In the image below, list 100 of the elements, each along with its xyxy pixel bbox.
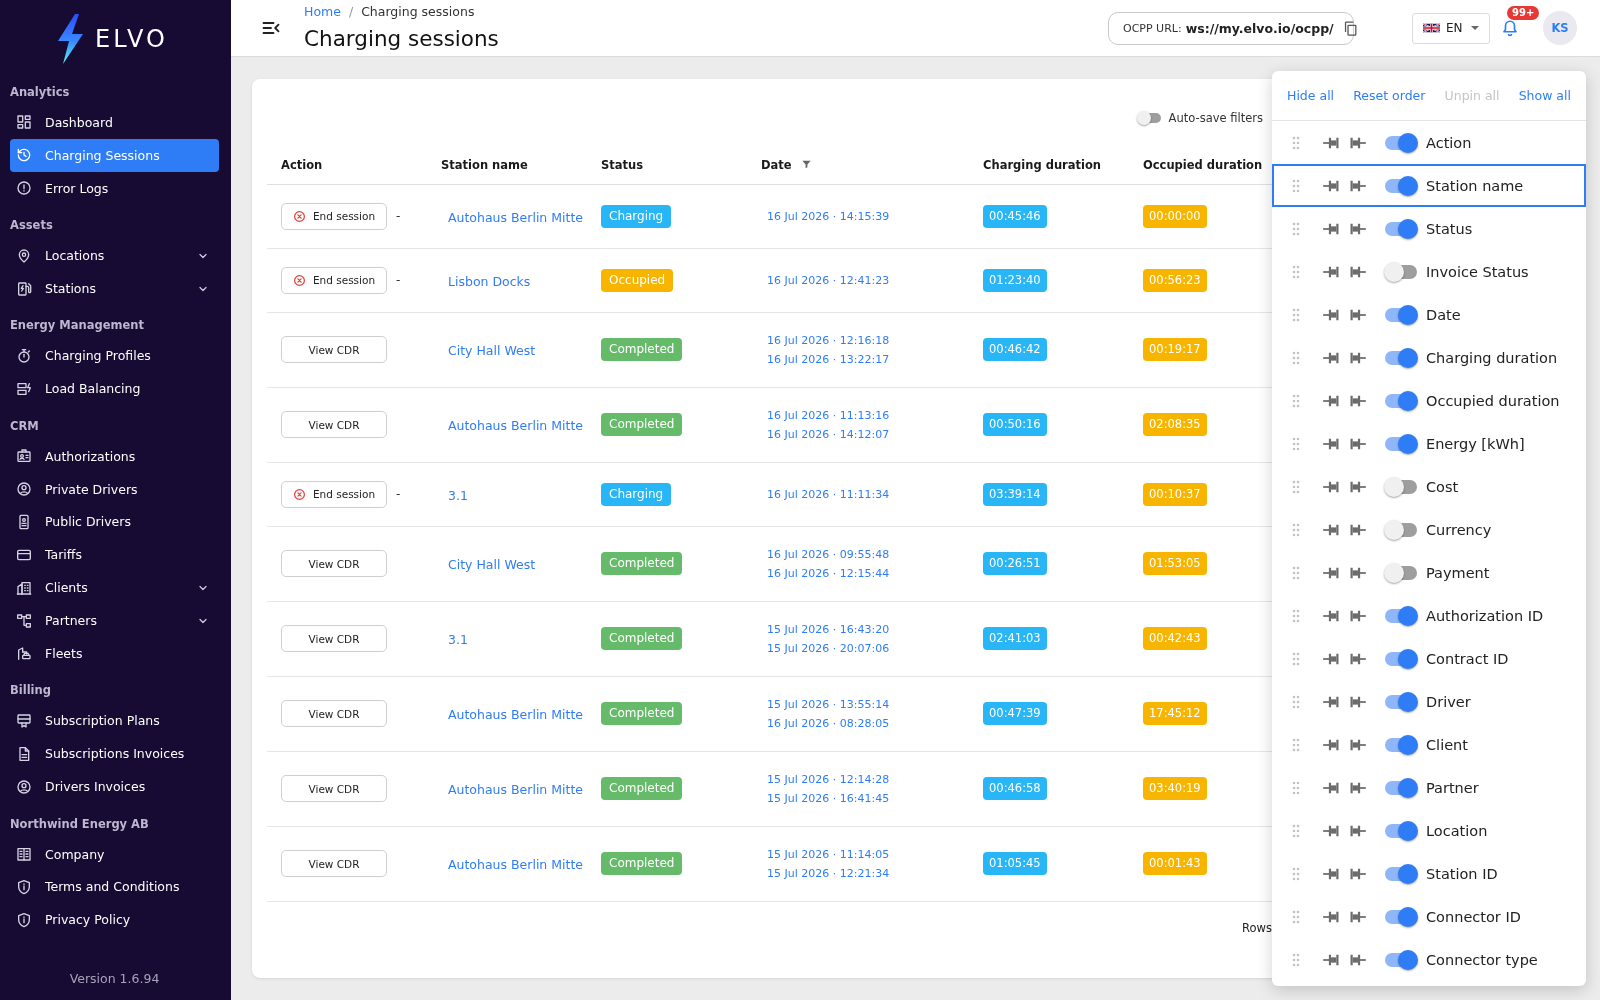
pin-icon[interactable]	[1349, 522, 1366, 537]
toggle-switch[interactable]	[1384, 777, 1418, 798]
date-link[interactable]: 16 Jul 2026 · 14:15:39	[767, 206, 890, 226]
date-link[interactable]: 16 Jul 2026 · 12:16:18	[767, 330, 890, 350]
station-link[interactable]: 3.1	[448, 487, 468, 503]
pin-icon[interactable]	[1349, 909, 1366, 924]
toggle-switch[interactable]	[1384, 562, 1418, 583]
drag-handle-icon[interactable]	[1292, 737, 1300, 752]
toggle-switch[interactable]	[1384, 519, 1418, 540]
toggle-switch[interactable]	[1384, 691, 1418, 712]
drag-handle-icon[interactable]	[1292, 307, 1300, 322]
toggle-switch[interactable]	[1384, 863, 1418, 884]
pin-icon[interactable]	[1323, 952, 1340, 967]
column-option-row[interactable]: Date	[1272, 293, 1586, 336]
column-header[interactable]: Action	[281, 157, 323, 172]
action-button[interactable]: End session	[281, 202, 387, 230]
toggle-switch[interactable]	[1384, 906, 1418, 927]
column-option-row[interactable]: Client	[1272, 723, 1586, 766]
column-option-row[interactable]: Payment	[1272, 551, 1586, 594]
nav-item[interactable]: Subscriptions Invoices	[10, 737, 219, 771]
filter-icon[interactable]	[800, 159, 812, 170]
action-button[interactable]: View CDR	[281, 775, 387, 802]
pin-icon[interactable]	[1349, 479, 1366, 494]
pin-icon[interactable]	[1323, 350, 1340, 365]
date-link[interactable]: 16 Jul 2026 · 08:28:05	[767, 713, 890, 733]
drag-handle-icon[interactable]	[1292, 393, 1300, 408]
drag-handle-icon[interactable]	[1292, 565, 1300, 580]
pin-icon[interactable]	[1323, 393, 1340, 408]
pin-icon[interactable]	[1323, 307, 1340, 322]
pin-icon[interactable]	[1323, 866, 1340, 881]
pin-icon[interactable]	[1323, 780, 1340, 795]
station-link[interactable]: Lisbon Docks	[448, 273, 531, 289]
nav-item[interactable]: Dashboard	[10, 106, 219, 139]
nav-item[interactable]: Subscription Plans	[10, 704, 219, 738]
pin-icon[interactable]	[1323, 694, 1340, 709]
pin-icon[interactable]	[1349, 952, 1366, 967]
toggle-switch[interactable]	[1384, 175, 1418, 196]
column-option-row[interactable]: Authorization ID	[1272, 594, 1586, 637]
toggle-switch[interactable]	[1384, 734, 1418, 755]
pin-icon[interactable]	[1349, 393, 1366, 408]
action-button[interactable]: View CDR	[281, 336, 387, 363]
nav-item[interactable]: Charging Sessions	[10, 138, 219, 172]
column-option-row[interactable]: Charging duration	[1272, 336, 1586, 379]
pin-icon[interactable]	[1349, 608, 1366, 623]
action-button[interactable]: View CDR	[281, 850, 387, 877]
column-option-row[interactable]: Partner	[1272, 766, 1586, 809]
date-link[interactable]: 15 Jul 2026 · 11:14:05	[767, 844, 890, 864]
date-link[interactable]: 16 Jul 2026 · 13:22:17	[767, 349, 890, 369]
date-link[interactable]: 16 Jul 2026 · 09:55:48	[767, 544, 890, 564]
pin-icon[interactable]	[1349, 694, 1366, 709]
action-button[interactable]: End session	[281, 266, 387, 294]
pin-icon[interactable]	[1323, 178, 1340, 193]
drag-handle-icon[interactable]	[1292, 522, 1300, 537]
toggle-switch[interactable]	[1384, 648, 1418, 669]
drag-handle-icon[interactable]	[1292, 823, 1300, 838]
column-option-row[interactable]: Invoice Status	[1272, 250, 1586, 293]
toggle-switch[interactable]	[1384, 347, 1418, 368]
date-link[interactable]: 15 Jul 2026 · 12:21:34	[767, 863, 890, 883]
pin-icon[interactable]	[1349, 866, 1366, 881]
pin-icon[interactable]	[1349, 823, 1366, 838]
nav-item[interactable]: Fleets	[10, 637, 219, 670]
drag-handle-icon[interactable]	[1292, 178, 1300, 193]
nav-item[interactable]: Load Balancing	[10, 372, 219, 406]
toggle-switch[interactable]	[1384, 433, 1418, 454]
pin-icon[interactable]	[1323, 565, 1340, 580]
toggle-switch[interactable]	[1136, 111, 1162, 125]
pin-icon[interactable]	[1349, 436, 1366, 451]
pin-icon[interactable]	[1323, 221, 1340, 236]
drag-handle-icon[interactable]	[1292, 909, 1300, 924]
action-button[interactable]: View CDR	[281, 625, 387, 652]
action-button[interactable]: End session	[281, 480, 387, 508]
pin-icon[interactable]	[1349, 350, 1366, 365]
nav-item[interactable]: Private Drivers	[10, 472, 219, 506]
panel-action-link[interactable]: Show all	[1518, 88, 1571, 103]
toggle-switch[interactable]	[1384, 132, 1418, 153]
date-link[interactable]: 15 Jul 2026 · 20:07:06	[767, 638, 890, 658]
nav-item[interactable]: Company	[10, 837, 219, 871]
nav-item[interactable]: Authorizations	[10, 439, 219, 473]
drag-handle-icon[interactable]	[1292, 221, 1300, 236]
panel-action-link[interactable]: Reset order	[1353, 88, 1426, 103]
drag-handle-icon[interactable]	[1292, 350, 1300, 365]
column-option-row[interactable]: Contract ID	[1272, 637, 1586, 680]
pin-icon[interactable]	[1349, 780, 1366, 795]
pin-icon[interactable]	[1323, 522, 1340, 537]
action-button[interactable]: View CDR	[281, 550, 387, 577]
bell-icon[interactable]	[1501, 18, 1519, 38]
pin-icon[interactable]	[1349, 221, 1366, 236]
column-option-row[interactable]: Location	[1272, 809, 1586, 852]
pin-icon[interactable]	[1349, 264, 1366, 279]
nav-item[interactable]: Drivers Invoices	[10, 770, 219, 804]
pin-icon[interactable]	[1323, 264, 1340, 279]
nav-item[interactable]: Privacy Policy	[10, 903, 219, 937]
toggle-switch[interactable]	[1384, 949, 1418, 970]
column-header[interactable]: Status	[601, 157, 644, 172]
column-option-row[interactable]: Occupied duration	[1272, 379, 1586, 422]
pin-icon[interactable]	[1323, 479, 1340, 494]
column-option-row[interactable]: Station ID	[1272, 852, 1586, 895]
panel-action-link[interactable]: Hide all	[1287, 88, 1335, 103]
pin-icon[interactable]	[1323, 737, 1340, 752]
date-link[interactable]: 16 Jul 2026 · 11:13:16	[767, 405, 890, 425]
